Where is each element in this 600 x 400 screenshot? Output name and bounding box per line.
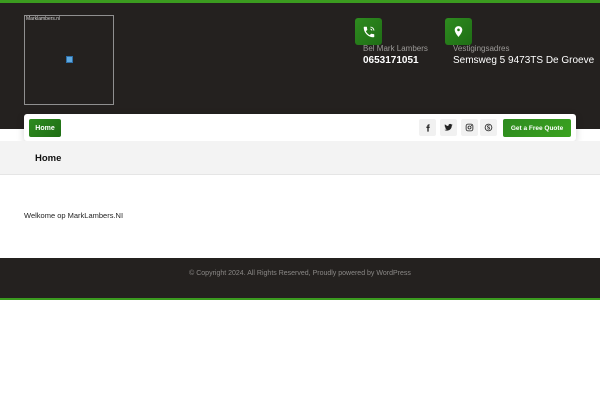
- map-marker-icon: [454, 26, 463, 37]
- image-placeholder-icon: [66, 56, 73, 63]
- twitter-link[interactable]: [440, 119, 457, 136]
- phone-icon-box: [355, 18, 382, 45]
- page-content-text: Welkome op MarkLambers.NI: [24, 211, 124, 220]
- page-title-bar: Home: [0, 141, 600, 175]
- phone-label: Bel Mark Lambers: [363, 44, 428, 53]
- facebook-link[interactable]: [419, 119, 436, 136]
- site-logo-link[interactable]: Marklambers.nl: [24, 15, 114, 105]
- page-title: Home: [35, 153, 62, 164]
- facebook-icon: [425, 123, 430, 132]
- skype-icon: [484, 123, 493, 132]
- phone-number-link[interactable]: 0653171051: [363, 55, 419, 66]
- twitter-icon: [444, 123, 453, 131]
- logo-alt-text: Marklambers.nl: [26, 16, 61, 22]
- skype-link[interactable]: [480, 119, 497, 136]
- phone-icon: [363, 26, 374, 37]
- address-label: Vestigingsadres: [453, 44, 510, 53]
- site-header: Marklambers.nl Bel Mark Lambers 06531710…: [0, 0, 600, 129]
- address-value: Semsweg 5 9473TS De Groeve: [453, 55, 595, 66]
- nav-item-home[interactable]: Home: [29, 119, 61, 137]
- site-footer: © Copyright 2024. All Rights Reserved, P…: [0, 258, 600, 300]
- map-marker-icon-box: [445, 18, 472, 45]
- footer-copyright: © Copyright 2024. All Rights Reserved, P…: [189, 270, 411, 277]
- main-navbar: Home Get a Free Quote: [24, 114, 576, 141]
- instagram-link[interactable]: [461, 119, 478, 136]
- get-free-quote-button[interactable]: Get a Free Quote: [503, 119, 571, 137]
- instagram-icon: [465, 123, 474, 132]
